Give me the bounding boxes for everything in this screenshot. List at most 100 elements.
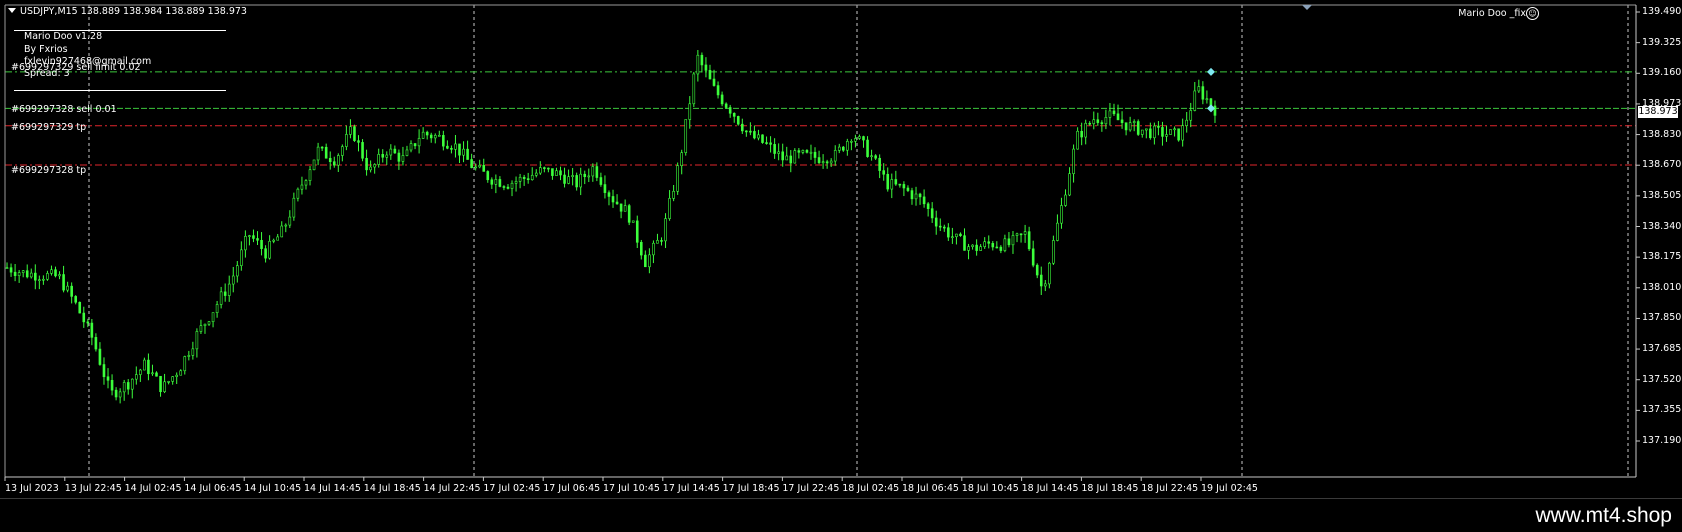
candle-body — [797, 150, 801, 153]
candle-body — [446, 145, 449, 149]
candle — [1185, 112, 1188, 133]
order-label-sell-limit[interactable]: #699297329 sell limit 0.02 — [11, 62, 141, 73]
candle-body — [21, 270, 25, 273]
price-tick-label: 138.010 — [1642, 281, 1682, 293]
candle — [248, 234, 251, 246]
order-label-sell[interactable]: #699297328 sell 0.01 — [11, 104, 117, 115]
candle — [1173, 126, 1176, 137]
candle-body — [809, 151, 813, 154]
candle-body — [385, 154, 389, 158]
time-tick-label: 14 Jul 18:45 — [363, 483, 421, 494]
candle — [538, 161, 542, 175]
candle-body — [110, 379, 114, 391]
candle-body — [312, 159, 316, 171]
candle-body — [341, 146, 344, 156]
order-levels — [5, 71, 1636, 166]
candle-body — [551, 168, 554, 176]
candle-body — [724, 103, 728, 108]
candle-body — [1189, 110, 1193, 121]
candle-body — [466, 148, 469, 160]
candle-body — [1140, 129, 1144, 135]
candle-body — [607, 192, 611, 197]
candle — [886, 167, 890, 192]
candle — [324, 143, 328, 159]
candle-body — [82, 312, 86, 323]
candle — [498, 176, 502, 188]
candle-body — [664, 218, 667, 242]
candle-body — [648, 254, 651, 268]
candle-body — [1173, 128, 1176, 131]
collapse-triangle-icon[interactable] — [8, 8, 16, 13]
candle-body — [874, 155, 877, 159]
symbol-info[interactable]: USDJPY,M15 138.889 138.984 138.889 138.9… — [8, 6, 247, 17]
candle-body — [357, 140, 360, 143]
candle — [522, 174, 526, 186]
candle — [1072, 144, 1075, 183]
expert-advisor-name[interactable]: Mario Doo _fix — [1458, 8, 1526, 19]
candle — [874, 154, 877, 160]
candle-body — [627, 205, 631, 223]
price-chart[interactable] — [0, 0, 1682, 498]
time-tick-label: 18 Jul 14:45 — [1021, 483, 1079, 494]
time-tick-label: 18 Jul 22:45 — [1141, 483, 1199, 494]
candle-body — [1011, 235, 1015, 246]
candle-body — [631, 220, 635, 223]
candle-body — [421, 131, 425, 139]
candle-body — [676, 165, 679, 192]
candle — [163, 373, 166, 394]
smiley-icon[interactable]: ☺ — [1526, 7, 1539, 20]
order-label-tp-1[interactable]: #699297329 tp — [11, 122, 86, 133]
price-tick-label: 137.850 — [1642, 312, 1682, 324]
candle — [987, 235, 991, 249]
candle-body — [62, 274, 65, 291]
order-label-tp-2[interactable]: #699297328 tp — [11, 165, 86, 176]
candle-body — [918, 193, 922, 198]
candle-body — [680, 152, 684, 167]
time-tick-label: 14 Jul 14:45 — [304, 483, 361, 494]
candle-body — [1124, 122, 1128, 131]
candle-body — [163, 381, 166, 393]
candle — [1084, 119, 1087, 145]
chart-shift-marker — [1302, 5, 1312, 10]
candle-body — [264, 248, 267, 259]
candle — [1165, 125, 1168, 142]
candle — [175, 372, 178, 385]
candle-body — [78, 301, 82, 314]
candle-body — [167, 381, 170, 383]
candle-body — [817, 157, 821, 163]
candle-body — [1132, 121, 1136, 124]
candle — [1092, 111, 1096, 130]
candle-body — [248, 235, 251, 237]
candle-body — [850, 140, 853, 143]
candle — [534, 169, 538, 178]
candle-body — [1076, 130, 1079, 150]
candle-body — [543, 167, 546, 169]
candle — [906, 185, 910, 193]
candle — [672, 185, 675, 202]
chart-window[interactable]: USDJPY,M15 138.889 138.984 138.889 138.9… — [0, 0, 1682, 499]
candle — [276, 233, 280, 241]
candle-body — [1056, 222, 1059, 241]
candle-body — [328, 157, 332, 162]
candle-body — [1080, 130, 1083, 138]
candle-body — [1019, 233, 1023, 236]
candle — [126, 379, 130, 395]
candle-body — [118, 391, 122, 398]
candle-body — [155, 372, 158, 377]
candle — [506, 184, 510, 190]
candle — [417, 129, 421, 154]
candle-body — [987, 241, 991, 244]
candle-body — [656, 240, 659, 244]
time-tick-label: 14 Jul 06:45 — [184, 483, 242, 494]
candle — [143, 357, 146, 371]
candle — [1027, 226, 1031, 251]
candle — [918, 192, 922, 205]
candle-body — [910, 190, 914, 200]
candle-body — [1100, 122, 1104, 125]
candle-body — [175, 374, 178, 377]
candle-body — [86, 321, 90, 324]
candle-body — [1064, 194, 1067, 206]
watermark-text: www.mt4.shop — [1535, 504, 1672, 527]
candle-body — [1044, 283, 1047, 287]
candle — [559, 166, 562, 181]
